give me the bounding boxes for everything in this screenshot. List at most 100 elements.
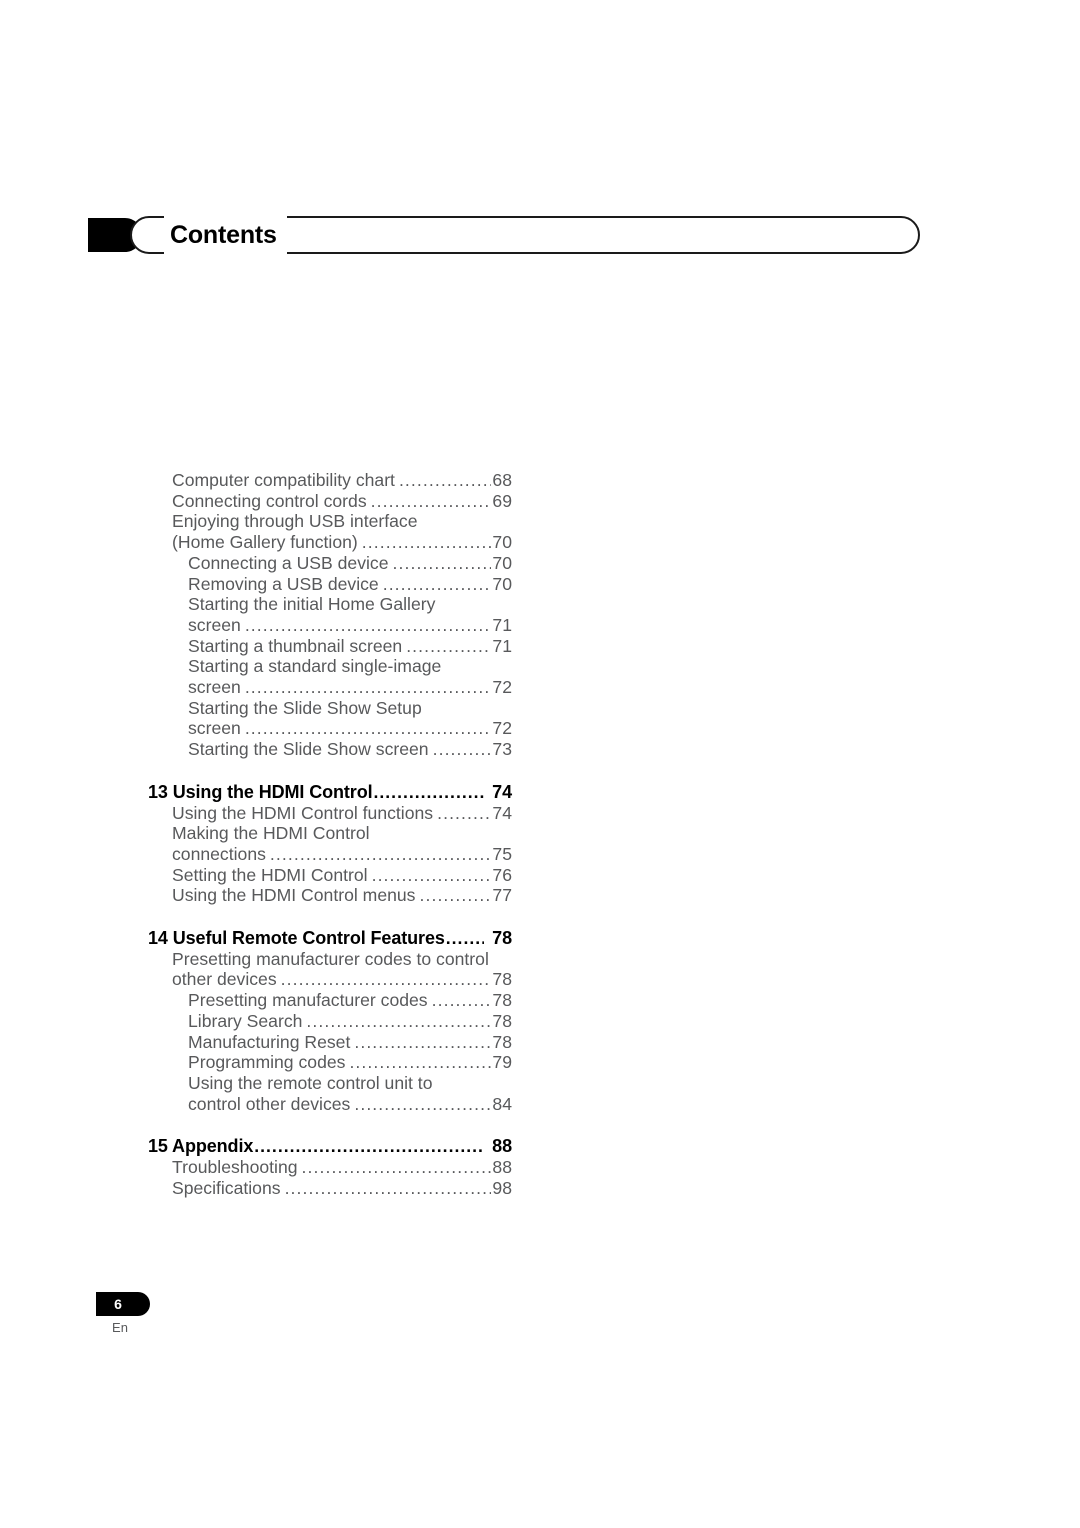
toc-entry[interactable]: Enjoying through USB interface xyxy=(148,511,512,532)
toc-entry-label: Removing a USB device xyxy=(188,573,379,594)
toc-entry-label: Manufacturing Reset xyxy=(188,1031,351,1052)
toc-entry-label: Troubleshooting xyxy=(172,1157,298,1178)
toc-entry-page: 68 xyxy=(492,470,512,490)
toc-entry[interactable]: Using the HDMI Control functions........… xyxy=(148,803,512,824)
toc-dot-leader: ........................................… xyxy=(437,802,491,823)
page-footer: 6 En xyxy=(96,1292,216,1335)
toc-entry-page: 88 xyxy=(492,1157,512,1178)
toc-entry-label: Programming codes xyxy=(188,1052,346,1073)
toc-entry[interactable]: screen..................................… xyxy=(148,677,512,698)
toc-dot-leader: ........................................… xyxy=(269,843,492,864)
toc-entry[interactable]: Starting the Slide Show Setup xyxy=(148,698,512,719)
toc-entry[interactable]: Starting a standard single-image xyxy=(148,656,512,677)
toc-dot-leader: ........................................… xyxy=(398,470,491,490)
toc-chapter-title: 13 Using the HDMI Control xyxy=(148,781,373,802)
toc-chapter-heading[interactable]: 14 Useful Remote Control Features.......… xyxy=(148,928,512,949)
toc-entry-page: 72 xyxy=(492,718,512,739)
toc-dot-leader: ........................................… xyxy=(354,1031,491,1052)
toc-entry[interactable]: Presetting manufacturer codes to control xyxy=(148,949,512,970)
toc-entry[interactable]: Starting the initial Home Gallery xyxy=(148,594,512,615)
toc-chapter-title: 14 Useful Remote Control Features xyxy=(148,928,445,949)
toc-entry-label: Connecting a USB device xyxy=(188,552,389,573)
toc-entry-page: 79 xyxy=(492,1052,512,1073)
toc-entry-page: 70 xyxy=(492,552,512,573)
toc-entry[interactable]: Removing a USB device...................… xyxy=(148,574,512,595)
page-title: Contents xyxy=(164,216,287,254)
toc-dot-leader: ........................................… xyxy=(406,635,491,656)
toc-dot-leader: ........................................… xyxy=(354,1093,491,1114)
toc-entry[interactable]: Setting the HDMI Control................… xyxy=(148,865,512,886)
toc-entry-page: 78 xyxy=(492,969,512,990)
toc-entry[interactable]: other devices...........................… xyxy=(148,969,512,990)
toc-chapter-page: 78 xyxy=(492,928,512,949)
toc-entry-label: Presetting manufacturer codes xyxy=(188,990,428,1011)
toc-entry-label: screen xyxy=(188,677,241,698)
toc-entry-label: control other devices xyxy=(188,1093,351,1114)
toc-entry[interactable]: (Home Gallery function).................… xyxy=(148,532,512,553)
toc-entry-label: Starting a standard single-image xyxy=(188,656,442,677)
page-number-badge: 6 xyxy=(96,1292,150,1316)
toc-entry[interactable]: Programming codes.......................… xyxy=(148,1052,512,1073)
toc-entry-label: Using the HDMI Control menus xyxy=(172,885,416,906)
toc-group: Computer compatibility chart............… xyxy=(148,470,512,760)
toc-spacer xyxy=(148,760,512,782)
toc-entry-label: Computer compatibility chart xyxy=(172,470,395,490)
toc-spacer xyxy=(148,1114,512,1136)
toc-dot-leader: ........................................… xyxy=(306,1010,492,1031)
toc-entry[interactable]: Using the HDMI Control menus............… xyxy=(148,885,512,906)
toc-entry-page: 98 xyxy=(492,1177,512,1198)
toc-entry-page: 70 xyxy=(492,573,512,594)
toc-entry[interactable]: Computer compatibility chart............… xyxy=(148,470,512,491)
toc-entry-page: 74 xyxy=(492,802,512,823)
toc-entry-label: screen xyxy=(188,718,241,739)
page-header: Contents xyxy=(88,216,920,254)
toc-group: 15 Appendix.............................… xyxy=(148,1114,512,1198)
toc-dot-leader: ........................................… xyxy=(392,552,492,573)
toc-entry[interactable]: Connecting control cords................… xyxy=(148,491,512,512)
toc-entry-label: Using the remote control unit to xyxy=(188,1072,433,1093)
toc-entry[interactable]: Library Search..........................… xyxy=(148,1011,512,1032)
toc-entry-label: Using the HDMI Control functions xyxy=(172,802,434,823)
toc-dot-leader: ........................................… xyxy=(373,781,485,802)
toc-dot-leader: ........................................… xyxy=(361,532,492,553)
toc-dot-leader: ........................................… xyxy=(371,864,492,885)
toc-dot-leader: ........................................… xyxy=(431,990,492,1011)
toc-entry-label: Making the HDMI Control xyxy=(172,823,370,844)
toc-entry[interactable]: screen..................................… xyxy=(148,718,512,739)
toc-entry[interactable]: Manufacturing Reset.....................… xyxy=(148,1032,512,1053)
language-label: En xyxy=(112,1320,128,1335)
toc-chapter-heading[interactable]: 13 Using the HDMI Control...............… xyxy=(148,782,512,803)
toc-chapter-page: 74 xyxy=(492,781,512,802)
toc-dot-leader: ........................................… xyxy=(445,928,484,949)
toc-dot-leader: ........................................… xyxy=(370,490,492,511)
toc-chapter-heading[interactable]: 15 Appendix.............................… xyxy=(148,1136,512,1157)
toc-entry[interactable]: Troubleshooting.........................… xyxy=(148,1157,512,1178)
toc-entry-label: Enjoying through USB interface xyxy=(172,511,418,532)
toc-entry[interactable]: Specifications..........................… xyxy=(148,1178,512,1199)
toc-entry[interactable]: screen..................................… xyxy=(148,615,512,636)
toc-entry[interactable]: Connecting a USB device.................… xyxy=(148,553,512,574)
toc-entry-label: screen xyxy=(188,614,241,635)
toc-dot-leader: ........................................… xyxy=(284,1177,492,1198)
toc-entry-label: Presetting manufacturer codes to control xyxy=(172,948,489,969)
toc-entry[interactable]: Starting the Slide Show screen..........… xyxy=(148,739,512,760)
toc-entry-page: 71 xyxy=(492,614,512,635)
toc-entry[interactable]: connections.............................… xyxy=(148,844,512,865)
toc-entry-label: Specifications xyxy=(172,1177,281,1198)
toc-entry-label: Starting the Slide Show Setup xyxy=(188,697,422,718)
toc-chapter-title: 15 Appendix xyxy=(148,1136,254,1157)
toc-dot-leader: ........................................… xyxy=(432,739,492,760)
toc-entry-page: 78 xyxy=(492,990,512,1011)
toc-entry[interactable]: control other devices...................… xyxy=(148,1094,512,1115)
toc-dot-leader: ........................................… xyxy=(382,573,492,594)
toc-dot-leader: ........................................… xyxy=(254,1136,484,1157)
toc-dot-leader: ........................................… xyxy=(419,885,492,906)
toc-entry[interactable]: Presetting manufacturer codes...........… xyxy=(148,990,512,1011)
toc-dot-leader: ........................................… xyxy=(244,718,492,739)
toc-group: 13 Using the HDMI Control...............… xyxy=(148,760,512,906)
toc-entry[interactable]: Making the HDMI Control xyxy=(148,823,512,844)
toc-entry[interactable]: Using the remote control unit to xyxy=(148,1073,512,1094)
toc-entry-page: 71 xyxy=(492,635,512,656)
toc-entry[interactable]: Starting a thumbnail screen.............… xyxy=(148,636,512,657)
toc-entry-label: Setting the HDMI Control xyxy=(172,864,368,885)
